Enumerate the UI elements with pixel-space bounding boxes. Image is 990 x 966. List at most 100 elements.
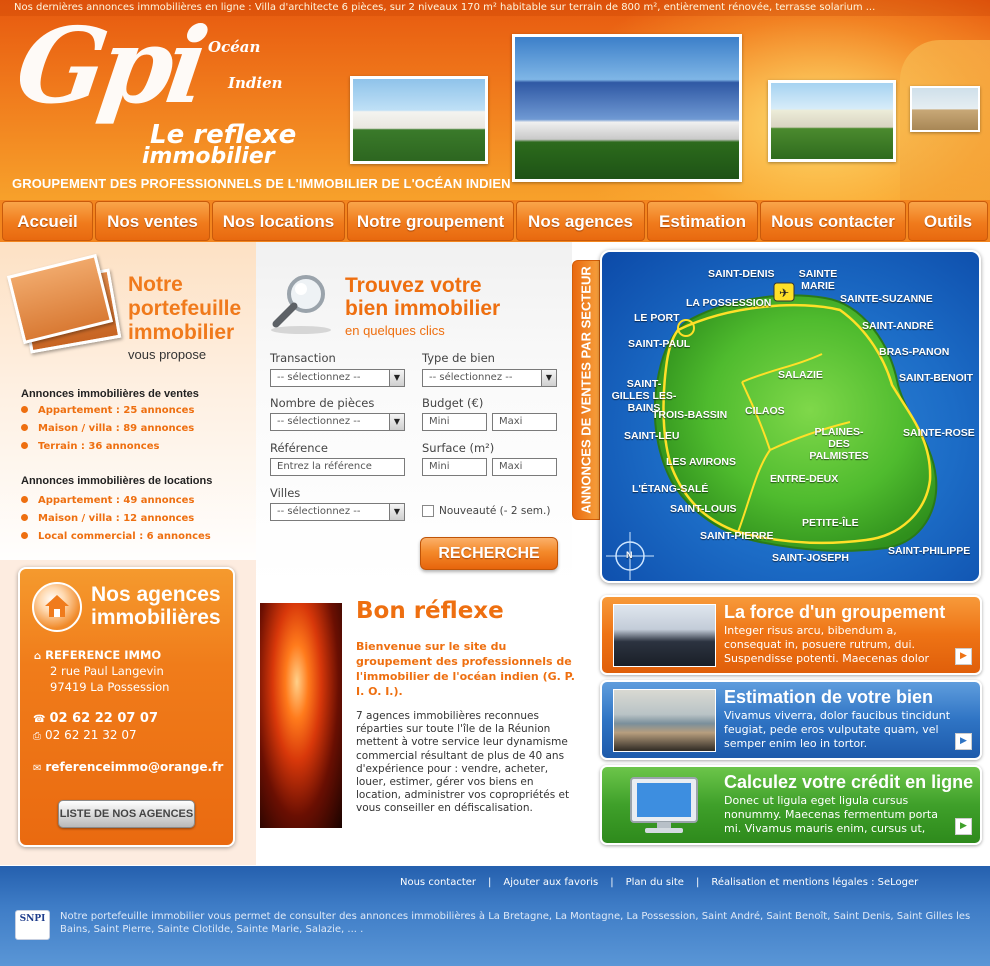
header-photo-beach bbox=[910, 86, 980, 132]
town-entre-deux[interactable]: ENTRE-DEUX bbox=[770, 473, 838, 485]
town-etang-sale[interactable]: L'ÉTANG-SALÉ bbox=[632, 483, 708, 495]
town-la-possession[interactable]: LA POSSESSION bbox=[686, 297, 771, 309]
town-les-avirons[interactable]: LES AVIRONS bbox=[666, 456, 736, 468]
ventes-heading: Annonces immobilières de ventes bbox=[21, 388, 199, 400]
town-saint-philippe[interactable]: SAINT-PHILIPPE bbox=[888, 545, 970, 557]
promo-groupement[interactable]: La force d'un groupement Integer risus a… bbox=[600, 595, 982, 675]
bullet-icon bbox=[21, 406, 28, 413]
nav-nos-ventes[interactable]: Nos ventes bbox=[95, 201, 210, 241]
promo-title: La force d'un groupement bbox=[724, 602, 946, 622]
surface-max-input[interactable]: Maxi bbox=[492, 458, 557, 476]
nav-nous-contacter[interactable]: Nous contacter bbox=[760, 201, 906, 241]
town-cilaos[interactable]: CILAOS bbox=[745, 405, 785, 417]
bullet-icon bbox=[21, 424, 28, 431]
search-subtitle: en quelques clics bbox=[345, 323, 445, 338]
footer-link-contact[interactable]: Nous contacter bbox=[400, 877, 476, 888]
villes-select[interactable]: -- sélectionnez -- ▼ bbox=[270, 503, 405, 521]
promo-text: Vivamus viverra, dolor faucibus tincidun… bbox=[724, 709, 951, 750]
town-petite-ile[interactable]: PETITE-ÎLE bbox=[802, 517, 859, 529]
town-saint-louis[interactable]: SAINT-LOUIS bbox=[670, 503, 737, 515]
agency-phone[interactable]: ☎ 02 62 22 07 07 bbox=[33, 711, 158, 726]
town-saint-pierre[interactable]: SAINT-PIERRE bbox=[700, 530, 774, 542]
promo-estimation[interactable]: Estimation de votre bien Vivamus viverra… bbox=[600, 680, 982, 760]
nav-estimation[interactable]: Estimation bbox=[647, 201, 758, 241]
agencies-title: Nos agences immobilières bbox=[91, 583, 221, 629]
transaction-label: Transaction bbox=[270, 351, 336, 365]
magnifier-icon bbox=[271, 275, 331, 334]
logo[interactable]: Gpi bbox=[9, 4, 209, 127]
promo-title: Calculez votre crédit en ligne bbox=[724, 772, 974, 792]
promo-business-people-image bbox=[613, 604, 716, 667]
budget-min-input[interactable]: Mini bbox=[422, 413, 487, 431]
promo-text: Donec ut ligula eget ligula cursus nonum… bbox=[724, 794, 938, 835]
reference-input[interactable]: Entrez la référence bbox=[270, 458, 405, 476]
search-button[interactable]: RECHERCHE bbox=[420, 537, 558, 570]
bullet-icon bbox=[21, 496, 28, 503]
house-small-icon: ⌂ bbox=[34, 651, 42, 662]
footer-link-mentions[interactable]: Réalisation et mentions légales : SeLoge… bbox=[711, 877, 918, 888]
surface-min-input[interactable]: Mini bbox=[422, 458, 487, 476]
header-photo-creole-house bbox=[768, 80, 896, 162]
arrow-right-icon[interactable]: ▶ bbox=[955, 648, 972, 665]
portfolio-photos-icon bbox=[6, 253, 122, 358]
ventes-item-appartement[interactable]: Appartement : 25 annonces bbox=[21, 405, 194, 416]
locations-item-appartement[interactable]: Appartement : 49 annonces bbox=[21, 495, 194, 506]
town-saint-benoit[interactable]: SAINT-BENOIT bbox=[899, 372, 973, 384]
pieces-select[interactable]: -- sélectionnez -- ▼ bbox=[270, 413, 405, 431]
agency-address-2: 97419 La Possession bbox=[50, 680, 170, 694]
portfolio-title: Notre portefeuille immobilier bbox=[128, 273, 242, 344]
town-bras-panon[interactable]: BRAS-PANON bbox=[879, 346, 949, 358]
budget-max-input[interactable]: Maxi bbox=[492, 413, 557, 431]
town-saint-andre[interactable]: SAINT-ANDRÉ bbox=[862, 320, 934, 332]
house-icon bbox=[45, 595, 69, 617]
tagline-line2: immobilier bbox=[142, 144, 275, 169]
reference-label: Référence bbox=[270, 441, 328, 455]
locations-heading: Annonces immobilières de locations bbox=[21, 475, 213, 487]
town-plaines-des-palmistes[interactable]: PLAINES-DES PALMISTES bbox=[807, 426, 871, 462]
snpi-logo[interactable]: SNPI bbox=[15, 910, 50, 940]
town-sainte-rose[interactable]: SAINTE-ROSE bbox=[903, 427, 975, 439]
chevron-down-icon: ▼ bbox=[389, 504, 404, 520]
promo-credit[interactable]: Calculez votre crédit en ligne Donec ut … bbox=[600, 765, 982, 845]
town-saint-paul[interactable]: SAINT-PAUL bbox=[628, 338, 690, 350]
header-photo-blue-house bbox=[512, 34, 742, 182]
nav-notre-groupement[interactable]: Notre groupement bbox=[347, 201, 514, 241]
promo-title: Estimation de votre bien bbox=[724, 687, 934, 707]
town-saint-joseph[interactable]: SAINT-JOSEPH bbox=[772, 552, 849, 564]
town-sainte-suzanne[interactable]: SAINTE-SUZANNE bbox=[840, 293, 933, 305]
reunion-map[interactable]: ✈ SAINT-DENIS SAINTE MARIE SAINTE-SUZANN… bbox=[600, 250, 981, 583]
ventes-item-maison[interactable]: Maison / villa : 89 annonces bbox=[21, 423, 194, 434]
portfolio-subtitle: vous propose bbox=[128, 347, 207, 362]
promo-beach-image bbox=[613, 689, 716, 752]
footer-links: Nous contacter | Ajouter aux favoris | Plan … bbox=[400, 877, 919, 888]
town-salazie[interactable]: SALAZIE bbox=[778, 369, 823, 381]
nav-nos-agences[interactable]: Nos agences bbox=[516, 201, 645, 241]
arrow-right-icon[interactable]: ▶ bbox=[955, 818, 972, 835]
logo-ocean-text: Océan bbox=[208, 38, 261, 56]
agency-email[interactable]: ✉ referenceimmo@orange.fr bbox=[33, 760, 223, 774]
mail-icon: ✉ bbox=[33, 763, 42, 774]
nouveaute-checkbox[interactable] bbox=[422, 505, 434, 517]
footer-link-favoris[interactable]: Ajouter aux favoris bbox=[503, 877, 598, 888]
agencies-list-button[interactable]: LISTE DE NOS AGENCES bbox=[58, 800, 195, 828]
locations-item-maison[interactable]: Maison / villa : 12 annonces bbox=[21, 513, 194, 524]
town-sainte-marie[interactable]: SAINTE MARIE bbox=[798, 268, 838, 292]
compass-icon: N bbox=[626, 550, 633, 560]
arrow-right-icon[interactable]: ▶ bbox=[955, 733, 972, 750]
locations-item-local[interactable]: Local commercial : 6 annonces bbox=[21, 531, 211, 542]
footer-text: Notre portefeuille immobilier vous perme… bbox=[60, 911, 971, 935]
town-le-port[interactable]: LE PORT bbox=[634, 312, 680, 324]
nav-nos-locations[interactable]: Nos locations bbox=[212, 201, 345, 241]
ventes-item-terrain[interactable]: Terrain : 36 annonces bbox=[21, 441, 159, 452]
town-saint-denis[interactable]: SAINT-DENIS bbox=[708, 268, 775, 280]
footer-link-plan[interactable]: Plan du site bbox=[626, 877, 684, 888]
nav-outils[interactable]: Outils bbox=[908, 201, 988, 241]
type-select[interactable]: -- sélectionnez -- ▼ bbox=[422, 369, 557, 387]
nav-accueil[interactable]: Accueil bbox=[2, 201, 93, 241]
town-trois-bassin[interactable]: TROIS-BASSIN bbox=[652, 409, 727, 421]
header-photo-villa bbox=[350, 76, 488, 164]
agency-address-1: 2 rue Paul Langevin bbox=[50, 664, 164, 678]
transaction-select[interactable]: -- sélectionnez -- ▼ bbox=[270, 369, 405, 387]
town-saint-leu[interactable]: SAINT-LEU bbox=[624, 430, 679, 442]
nouveaute-label: Nouveauté (- 2 sem.) bbox=[439, 505, 551, 517]
